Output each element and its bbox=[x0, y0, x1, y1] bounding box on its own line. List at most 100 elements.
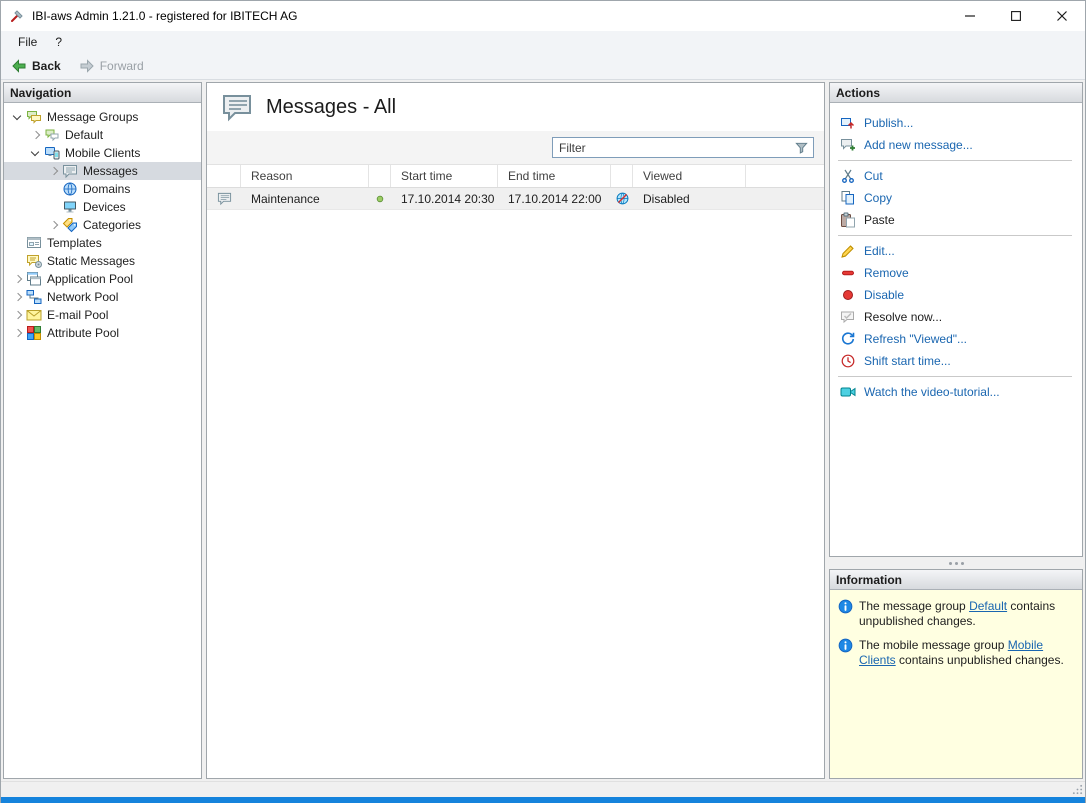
chevron-spacer bbox=[10, 235, 26, 251]
action-label: Disable bbox=[864, 288, 904, 302]
action-watch-the-video-tutorial[interactable]: Watch the video-tutorial... bbox=[830, 381, 1082, 403]
chevron-right-icon[interactable] bbox=[46, 163, 62, 179]
chevron-down-icon[interactable] bbox=[10, 109, 26, 125]
chevron-right-icon[interactable] bbox=[10, 289, 26, 305]
maximize-icon bbox=[1011, 11, 1021, 21]
tree-item-messages[interactable]: Messages bbox=[4, 162, 201, 180]
chevron-right-icon[interactable] bbox=[10, 271, 26, 287]
action-shift-start-time[interactable]: Shift start time... bbox=[830, 350, 1082, 372]
back-arrow-icon bbox=[11, 58, 27, 74]
chevron-right-icon[interactable] bbox=[10, 325, 26, 341]
tree-item-label: Domains bbox=[83, 182, 130, 196]
action-resolve-now: Resolve now... bbox=[830, 306, 1082, 328]
back-label: Back bbox=[32, 59, 61, 73]
info-icon bbox=[838, 599, 853, 614]
tree-item-categories[interactable]: Categories bbox=[4, 216, 201, 234]
action-label: Add new message... bbox=[864, 138, 973, 152]
tree-item-label: Static Messages bbox=[47, 254, 135, 268]
title-bar: IBI-aws Admin 1.21.0 - registered for IB… bbox=[1, 1, 1085, 31]
column-header-type[interactable] bbox=[207, 165, 241, 187]
toolbar: Back Forward bbox=[1, 53, 1085, 80]
tree-item-label: Application Pool bbox=[47, 272, 133, 286]
edit-icon bbox=[840, 243, 856, 259]
action-publish[interactable]: Publish... bbox=[830, 112, 1082, 134]
action-label: Refresh "Viewed"... bbox=[864, 332, 967, 346]
info-note-post: contains unpublished changes. bbox=[896, 653, 1064, 667]
shift-time-icon bbox=[840, 353, 856, 369]
panel-splitter[interactable] bbox=[829, 557, 1083, 569]
resize-grip-icon[interactable] bbox=[1072, 784, 1083, 795]
chevron-down-icon[interactable] bbox=[28, 145, 44, 161]
tree-item-attribute-pool[interactable]: Attribute Pool bbox=[4, 324, 201, 342]
menu-help[interactable]: ? bbox=[46, 31, 71, 53]
app-window: IBI-aws Admin 1.21.0 - registered for IB… bbox=[0, 0, 1086, 803]
action-remove[interactable]: Remove bbox=[830, 262, 1082, 284]
copy-icon bbox=[840, 190, 856, 206]
close-button[interactable] bbox=[1039, 1, 1085, 31]
action-label: Copy bbox=[864, 191, 892, 205]
close-icon bbox=[1057, 11, 1067, 21]
right-column: Actions Publish... Add new message... Cut C… bbox=[829, 82, 1083, 779]
attribute-pool-icon bbox=[26, 325, 42, 341]
action-copy[interactable]: Copy bbox=[830, 187, 1082, 209]
tree-item-e-mail-pool[interactable]: E-mail Pool bbox=[4, 306, 201, 324]
messages-page-icon bbox=[221, 91, 253, 123]
tree-item-static-messages[interactable]: Static Messages bbox=[4, 252, 201, 270]
column-header-end-time[interactable]: End time bbox=[498, 165, 611, 187]
column-header-viewed-icon[interactable] bbox=[611, 165, 633, 187]
tree-item-network-pool[interactable]: Network Pool bbox=[4, 288, 201, 306]
tree-item-mobile-clients[interactable]: Mobile Clients bbox=[4, 144, 201, 162]
minimize-button[interactable] bbox=[947, 1, 993, 31]
chevron-right-icon[interactable] bbox=[10, 307, 26, 323]
filter-input[interactable] bbox=[553, 138, 794, 157]
cell-end-time: 17.10.2014 22:00 bbox=[498, 188, 611, 209]
domains-icon bbox=[62, 181, 78, 197]
maximize-button[interactable] bbox=[993, 1, 1039, 31]
static-messages-icon bbox=[26, 253, 42, 269]
column-header-reason[interactable]: Reason bbox=[241, 165, 369, 187]
video-icon bbox=[840, 384, 856, 400]
page-title: Messages - All bbox=[266, 96, 396, 119]
content-header: Messages - All bbox=[207, 83, 824, 131]
action-edit[interactable]: Edit... bbox=[830, 240, 1082, 262]
tree-item-default[interactable]: Default bbox=[4, 126, 201, 144]
forward-label: Forward bbox=[100, 59, 144, 73]
refresh-icon bbox=[840, 331, 856, 347]
tree-item-devices[interactable]: Devices bbox=[4, 198, 201, 216]
chevron-right-icon[interactable] bbox=[28, 127, 44, 143]
action-cut[interactable]: Cut bbox=[830, 165, 1082, 187]
forward-button: Forward bbox=[75, 55, 148, 77]
back-button[interactable]: Back bbox=[7, 55, 65, 77]
tree-item-domains[interactable]: Domains bbox=[4, 180, 201, 198]
cell-viewed-icon bbox=[611, 188, 633, 209]
cell-start-time: 17.10.2014 20:30 bbox=[391, 188, 498, 209]
messages-icon bbox=[62, 163, 78, 179]
chevron-right-icon[interactable] bbox=[46, 217, 62, 233]
message-list: Maintenance17.10.2014 20:3017.10.2014 22… bbox=[207, 188, 824, 778]
tree-item-message-groups[interactable]: Message Groups bbox=[4, 108, 201, 126]
splitter-dot bbox=[949, 562, 952, 565]
workspace: Navigation Message GroupsDefaultMobile C… bbox=[1, 80, 1085, 781]
application-pool-icon bbox=[26, 271, 42, 287]
list-toolbar bbox=[207, 131, 824, 165]
menu-file[interactable]: File bbox=[9, 31, 46, 53]
action-add-new-message[interactable]: Add new message... bbox=[830, 134, 1082, 156]
tree-item-label: E-mail Pool bbox=[47, 308, 108, 322]
info-link-default[interactable]: Default bbox=[969, 599, 1007, 613]
actions-header: Actions bbox=[830, 83, 1082, 103]
categories-icon bbox=[62, 217, 78, 233]
column-header-status[interactable] bbox=[369, 165, 391, 187]
column-header-viewed[interactable]: Viewed bbox=[633, 165, 746, 187]
actions-list: Publish... Add new message... Cut Copy Paste… bbox=[830, 103, 1082, 556]
filter-funnel-icon[interactable] bbox=[794, 140, 809, 155]
action-disable[interactable]: Disable bbox=[830, 284, 1082, 306]
table-row[interactable]: Maintenance17.10.2014 20:3017.10.2014 22… bbox=[207, 188, 824, 210]
menu-bar: File ? bbox=[1, 31, 1085, 53]
action-paste: Paste bbox=[830, 209, 1082, 231]
action-refresh-viewed[interactable]: Refresh "Viewed"... bbox=[830, 328, 1082, 350]
information-panel: Information The message group Default co… bbox=[829, 569, 1083, 779]
column-header-start-time[interactable]: Start time bbox=[391, 165, 498, 187]
tree-item-application-pool[interactable]: Application Pool bbox=[4, 270, 201, 288]
action-label: Edit... bbox=[864, 244, 895, 258]
tree-item-templates[interactable]: Templates bbox=[4, 234, 201, 252]
